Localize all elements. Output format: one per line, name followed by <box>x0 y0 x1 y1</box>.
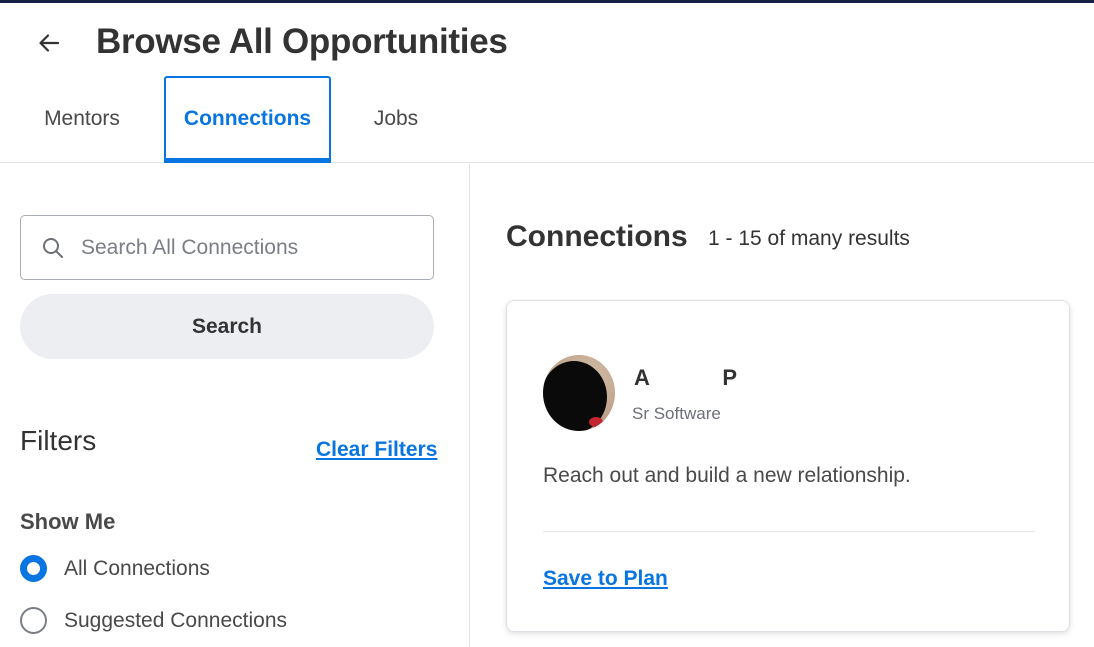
card-divider <box>543 531 1035 532</box>
tab-connections[interactable]: Connections <box>164 76 331 163</box>
radio-button[interactable] <box>20 607 47 634</box>
search-icon <box>41 236 65 260</box>
show-me-label: Show Me <box>20 509 116 534</box>
radio-label: All Connections <box>64 556 210 580</box>
person-job-title: Sr Software <box>632 404 721 423</box>
radio-all-connections[interactable]: All Connections <box>20 555 210 582</box>
search-input[interactable] <box>81 235 401 260</box>
top-accent-bar <box>0 0 1094 3</box>
search-button[interactable]: Search <box>20 294 434 359</box>
save-to-plan-link[interactable]: Save to Plan <box>543 567 668 591</box>
tab-bar: Mentors Connections Jobs <box>0 76 1094 163</box>
page-title: Browse All Opportunities <box>96 22 508 61</box>
connection-card: A P Sr Software Reach out and build a ne… <box>506 300 1070 632</box>
avatar[interactable] <box>543 355 615 431</box>
search-field[interactable] <box>20 215 434 280</box>
arrow-left-icon[interactable] <box>34 28 64 58</box>
results-count: 1 - 15 of many results <box>708 227 910 250</box>
results-heading: Connections <box>506 220 688 253</box>
panel-divider <box>469 164 470 647</box>
radio-button-selected[interactable] <box>20 555 47 582</box>
tab-jobs[interactable]: Jobs <box>340 76 452 162</box>
clear-filters-link[interactable]: Clear Filters <box>316 438 437 462</box>
tab-mentors[interactable]: Mentors <box>20 76 144 162</box>
person-name[interactable]: A P <box>634 365 737 391</box>
filters-heading: Filters <box>20 425 97 456</box>
radio-label: Suggested Connections <box>64 608 287 632</box>
card-description: Reach out and build a new relationship. <box>543 464 911 487</box>
radio-suggested-connections[interactable]: Suggested Connections <box>20 607 287 634</box>
